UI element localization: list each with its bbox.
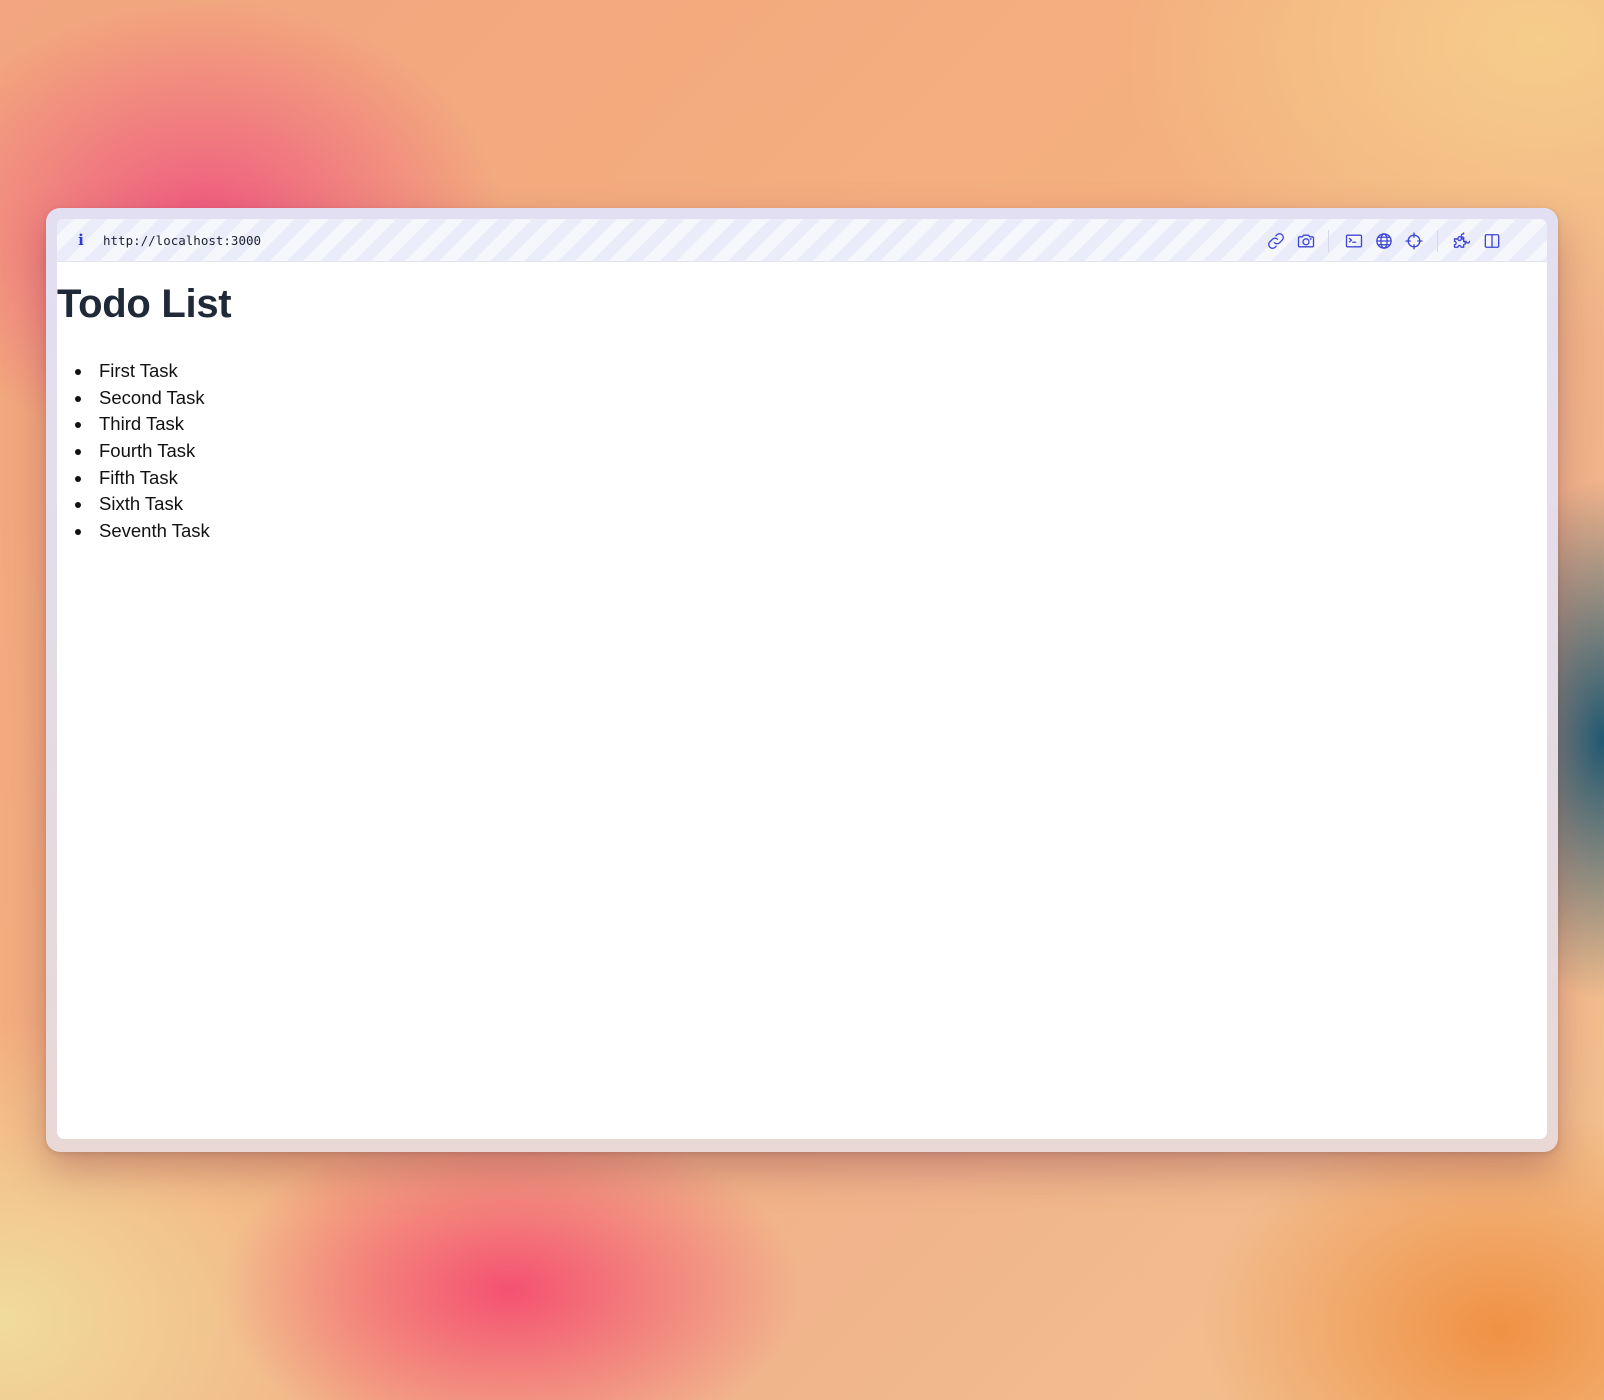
todo-item-label: First Task	[99, 360, 178, 381]
todo-item: Second Task	[57, 385, 210, 412]
todo-item-label: Seventh Task	[99, 520, 210, 542]
todo-item-label: Fifth Task	[99, 466, 178, 488]
network-button[interactable]	[1372, 229, 1396, 253]
page-title: Todo List	[57, 282, 232, 326]
split-view-button[interactable]	[1480, 229, 1504, 253]
todo-item-label: Second Task	[99, 386, 205, 408]
todo-item: Fifth Task	[57, 465, 210, 492]
terminal-icon	[1345, 234, 1363, 248]
url-display[interactable]: http://localhost:3000	[103, 232, 261, 250]
console-button[interactable]	[1342, 229, 1366, 253]
bullet-icon	[75, 529, 81, 536]
todo-item-label: Sixth Task	[99, 493, 183, 515]
todo-item: First Task	[57, 358, 210, 385]
inspect-element-button[interactable]	[1402, 229, 1426, 253]
todo-item: Sixth Task	[57, 491, 210, 518]
screenshot-button[interactable]	[1294, 229, 1318, 253]
bullet-icon	[75, 475, 81, 482]
crosshair-icon	[1405, 232, 1423, 250]
browser-window: i http://localhost:3000 Todo List First …	[57, 219, 1547, 1139]
toolbar-divider	[1328, 230, 1329, 252]
extensions-button[interactable]	[1450, 229, 1474, 253]
bullet-icon	[75, 502, 81, 509]
browser-toolbar: i http://localhost:3000	[57, 219, 1547, 262]
todo-item: Seventh Task	[57, 518, 210, 545]
info-icon[interactable]: i	[75, 231, 87, 249]
browser-frame: i http://localhost:3000 Todo List First …	[46, 208, 1558, 1152]
bullet-icon	[75, 395, 81, 402]
toolbar-divider	[1437, 230, 1438, 252]
bullet-icon	[75, 422, 81, 429]
globe-icon	[1376, 233, 1392, 249]
todo-item-label: Fourth Task	[99, 440, 196, 462]
page-content: Todo List First Task Second Task Third T…	[57, 262, 1547, 1139]
copy-link-button[interactable]	[1264, 229, 1288, 253]
todo-list: First Task Second Task Third Task Fourth…	[57, 358, 210, 545]
todo-item-label: Third Task	[99, 413, 184, 435]
extension-icon	[1453, 232, 1471, 248]
bullet-icon	[75, 449, 81, 456]
todo-item: Fourth Task	[57, 438, 210, 465]
link-icon	[1268, 233, 1284, 249]
camera-icon	[1297, 234, 1315, 248]
split-view-icon	[1484, 234, 1500, 248]
bullet-icon	[75, 369, 81, 375]
todo-item: Third Task	[57, 411, 210, 438]
